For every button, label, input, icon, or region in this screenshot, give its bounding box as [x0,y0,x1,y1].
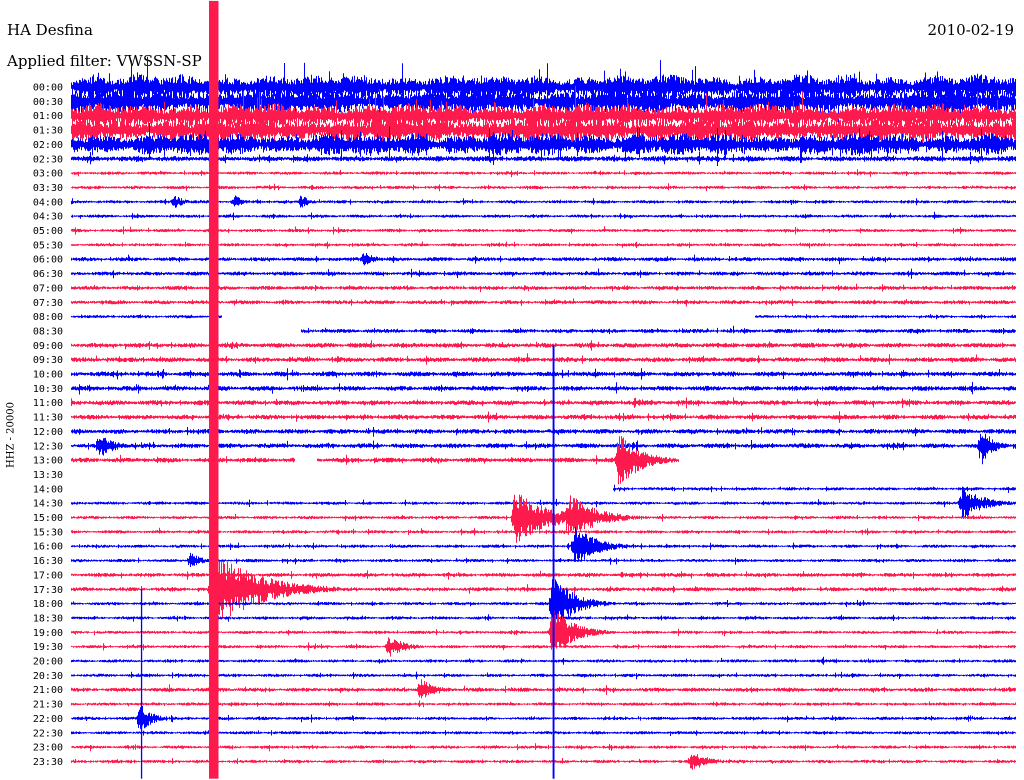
time-tick-label: 07:00 [33,283,63,294]
helicorder-plot: 00:00 00:30 01:00 01:30 02:00 02:30 03:00 03:30… [33,0,1016,779]
time-tick-label: 19:00 [33,628,63,639]
time-tick-label: 12:30 [33,441,63,452]
time-tick-label: 02:30 [33,154,63,165]
time-tick-label: 08:00 [33,312,63,323]
time-tick-label: 10:30 [33,384,63,395]
time-tick-label: 18:00 [33,599,63,610]
time-tick-label: 04:00 [33,197,63,208]
spike-3 [552,345,555,779]
time-tick-label: 23:30 [33,757,63,768]
time-tick-label: 18:30 [33,613,63,624]
time-tick-label: 13:00 [33,456,63,467]
time-tick-label: 14:00 [33,484,63,495]
trace-row-1400 [613,484,1016,493]
time-tick-label: 12:00 [33,427,63,438]
time-tick-label: 10:00 [33,370,63,381]
time-tick-label: 19:30 [33,642,63,653]
time-tick-labels: 00:00 00:30 01:00 01:30 02:00 02:30 03:00 03:30… [33,83,63,768]
time-tick-label: 00:30 [33,97,63,108]
time-tick-label: 16:00 [33,542,63,553]
time-tick-label: 02:00 [33,140,63,151]
time-tick-label: 09:30 [33,355,63,366]
time-tick-label: 20:30 [33,671,63,682]
time-tick-label: 01:00 [33,111,63,122]
time-tick-label: 22:00 [33,714,63,725]
time-tick-label: 17:00 [33,570,63,581]
time-tick-label: 03:30 [33,183,63,194]
time-tick-label: 11:00 [33,398,63,409]
time-tick-label: 03:00 [33,169,63,180]
time-tick-label: 04:30 [33,212,63,223]
time-tick-label: 07:30 [33,298,63,309]
time-tick-label: 23:00 [33,743,63,754]
trace-row-0830 [301,325,1016,335]
time-tick-label: 15:00 [33,513,63,524]
time-tick-label: 21:00 [33,685,63,696]
time-tick-label: 06:00 [33,255,63,266]
time-tick-label: 14:30 [33,499,63,510]
time-tick-label: 15:30 [33,527,63,538]
time-tick-label: 13:30 [33,470,63,481]
spike-1 [209,0,219,779]
time-tick-label: 08:30 [33,326,63,337]
time-tick-label: 00:00 [33,83,63,94]
time-tick-label: 05:00 [33,226,63,237]
spike-2 [140,589,143,779]
trace-row-1300 [71,436,679,485]
time-tick-label: 20:00 [33,657,63,668]
time-tick-label: 11:30 [33,413,63,424]
time-tick-label: 06:30 [33,269,63,280]
time-tick-label: 09:00 [33,341,63,352]
time-tick-label: 05:30 [33,240,63,251]
time-tick-label: 21:30 [33,700,63,711]
time-tick-label: 16:30 [33,556,63,567]
time-tick-label: 17:30 [33,585,63,596]
time-tick-label: 01:30 [33,126,63,137]
time-tick-label: 22:30 [33,728,63,739]
